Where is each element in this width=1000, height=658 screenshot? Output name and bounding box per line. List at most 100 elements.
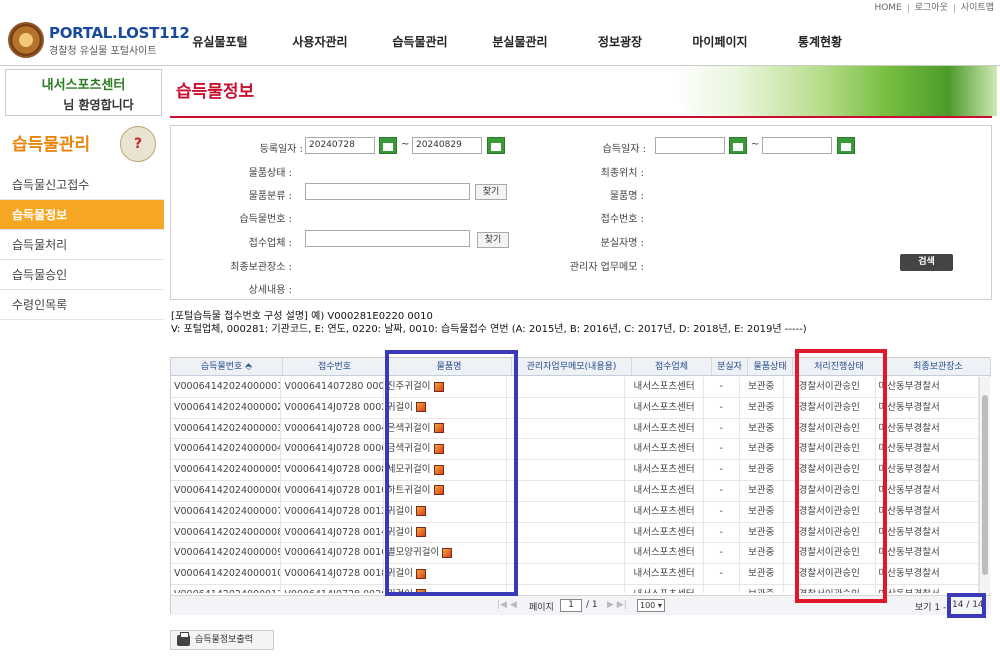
page-input[interactable]: 1 (560, 599, 582, 612)
tilde: ~ (401, 139, 410, 150)
print-found-info-button[interactable]: 습득물정보출력 (170, 630, 274, 650)
cell-text: V0006414J0728 0020 (284, 589, 382, 593)
table-cell: V0006414J0728 0014 (281, 522, 384, 543)
col-receipt-no[interactable]: 접수번호 (283, 358, 387, 375)
table-cell: - (704, 501, 740, 522)
found-date-to-input[interactable] (762, 137, 832, 154)
vendor-input[interactable] (305, 230, 470, 247)
cell-text: 마산동부경찰서 (878, 401, 940, 413)
table-cell: V00064142024000009 (171, 543, 282, 564)
table-cell: V0006414J0728 0008 (281, 460, 384, 480)
reg-date-from-input[interactable]: 20240728 (305, 137, 375, 154)
table-cell: V0006414J0728 0012 (281, 501, 384, 522)
home-link[interactable]: HOME (868, 3, 907, 13)
col-found-no[interactable]: 습득물번호 ⬘ (171, 358, 283, 375)
col-vendor[interactable]: 접수업체 (632, 358, 712, 375)
cell-text: V00064142024000004 (174, 443, 282, 455)
category-input[interactable] (305, 183, 470, 200)
nav-stats[interactable]: 통계현황 (770, 33, 870, 50)
col-loser[interactable]: 분실자 (712, 358, 748, 375)
main-nav: 유실물포털 사용자관리 습득물관리 분실물관리 정보광장 마이페이지 통계현황 (170, 16, 870, 66)
table-cell (507, 460, 626, 480)
table-cell: - (704, 460, 740, 480)
highlight-item-name-column (385, 350, 518, 596)
table-cell: 내서스포츠센터 (625, 480, 704, 501)
cell-text: V0006414J0728 0002 (284, 401, 384, 413)
cell-text: 보관중 (748, 484, 775, 496)
table-cell (507, 418, 626, 439)
welcome-box: 내서스포츠센터 님 환영합니다 (5, 69, 162, 116)
cell-text: 마산동부경찰서 (878, 505, 940, 517)
category-find-button[interactable]: 찾기 (475, 184, 507, 200)
first-page-icon[interactable]: |◀ ◀ (497, 600, 517, 610)
found-date-from-input[interactable] (655, 137, 725, 154)
table-cell: 보관중 (740, 460, 784, 480)
reg-date-to-input[interactable]: 20240829 (412, 137, 482, 154)
sidebar-item-recipient-list[interactable]: 수령인목록 (0, 290, 164, 320)
table-cell: 보관중 (740, 480, 784, 501)
page-size-select[interactable]: 100 ▾ (637, 599, 665, 612)
logout-link[interactable]: 로그아웃 (907, 3, 954, 13)
admin-memo-label: 관리자 업무메모 : (569, 262, 644, 273)
table-cell: 내서스포츠센터 (625, 584, 704, 593)
table-cell: 내서스포츠센터 (625, 397, 704, 418)
calendar-icon[interactable] (837, 137, 855, 154)
table-cell (507, 480, 626, 501)
cell-text: V00064142024000010 (174, 568, 282, 580)
nav-user-mgmt[interactable]: 사용자관리 (270, 33, 370, 50)
welcome-name: 내서스포츠센터 (41, 78, 126, 93)
cell-text: - (719, 547, 723, 559)
welcome-message: 님 환영합니다 (63, 98, 134, 112)
nav-lost-mgmt[interactable]: 분실물관리 (470, 33, 570, 50)
cell-text: 보관중 (748, 589, 774, 593)
logo[interactable]: PORTAL.LOST112 경찰청 유실물 포털사이트 (8, 22, 190, 58)
scroll-thumb[interactable] (982, 395, 988, 575)
cell-text: V00064142024000011 (174, 589, 280, 593)
sidebar-item-found-process[interactable]: 습득물처리 (0, 230, 164, 260)
cell-text: - (719, 401, 723, 413)
table-cell: 마산동부경찰서 (876, 501, 979, 522)
table-cell: - (704, 480, 740, 501)
next-page-icon[interactable]: ▶ ▶| (607, 600, 627, 610)
calendar-icon[interactable] (729, 137, 747, 154)
cell-text: 마산동부경찰서 (878, 568, 940, 580)
vendor-find-button[interactable]: 찾기 (477, 232, 509, 248)
police-seal-icon (8, 22, 44, 58)
vertical-scrollbar[interactable] (979, 377, 990, 593)
table-cell (507, 439, 626, 460)
table-cell: V0006414J0728 0010 (281, 480, 384, 501)
sitemap-link[interactable]: 사이트맵 (953, 3, 1000, 13)
table-cell: V00064142024000001 (171, 377, 282, 397)
sidebar-item-found-approve[interactable]: 습득물승인 (0, 260, 164, 290)
col-admin-memo[interactable]: 관리자업무메모(내용용) (512, 358, 632, 375)
nav-found-mgmt[interactable]: 습득물관리 (370, 33, 470, 50)
sidebar-item-found-info[interactable]: 습득물정보 (0, 200, 164, 230)
logo-title: PORTAL.LOST112 (49, 23, 190, 42)
col-storage[interactable]: 최종보관장소 (886, 358, 991, 375)
sidebar-item-found-report[interactable]: 습득물신고접수 (0, 170, 164, 200)
calendar-icon[interactable] (487, 137, 505, 154)
cell-text: 마산동부경찰서 (878, 526, 940, 538)
cell-text: 내서스포츠센터 (633, 568, 695, 580)
search-button[interactable]: 검색 (900, 254, 953, 271)
cell-text: V00064142024000002 (174, 401, 282, 413)
print-button-label: 습득물정보출력 (195, 635, 253, 645)
cell-text: V0006414J0728 0010 (284, 484, 384, 496)
calendar-icon[interactable] (379, 137, 397, 154)
nav-mypage[interactable]: 마이페이지 (670, 33, 770, 50)
col-status[interactable]: 물품상태 (748, 358, 793, 375)
table-cell: V0006414J0728 0020 (281, 584, 384, 593)
cell-text: 마산동부경찰서 (878, 464, 940, 476)
cell-text: 보관중 (748, 422, 775, 434)
table-cell: V0006414J0728 0004 (281, 418, 384, 439)
cell-text: V0006414J0728 0008 (284, 464, 384, 476)
table-cell: - (704, 522, 740, 543)
table-cell: V00064142024000011 (171, 584, 282, 593)
nav-lost-portal[interactable]: 유실물포털 (170, 33, 270, 50)
cell-text: 내서스포츠센터 (633, 443, 695, 455)
cell-text: - (719, 484, 723, 496)
cell-text: - (720, 589, 723, 593)
table-cell: 보관중 (740, 397, 784, 418)
nav-info-plaza[interactable]: 정보광장 (570, 33, 670, 50)
table-cell: V00064142024000002 (171, 397, 282, 418)
